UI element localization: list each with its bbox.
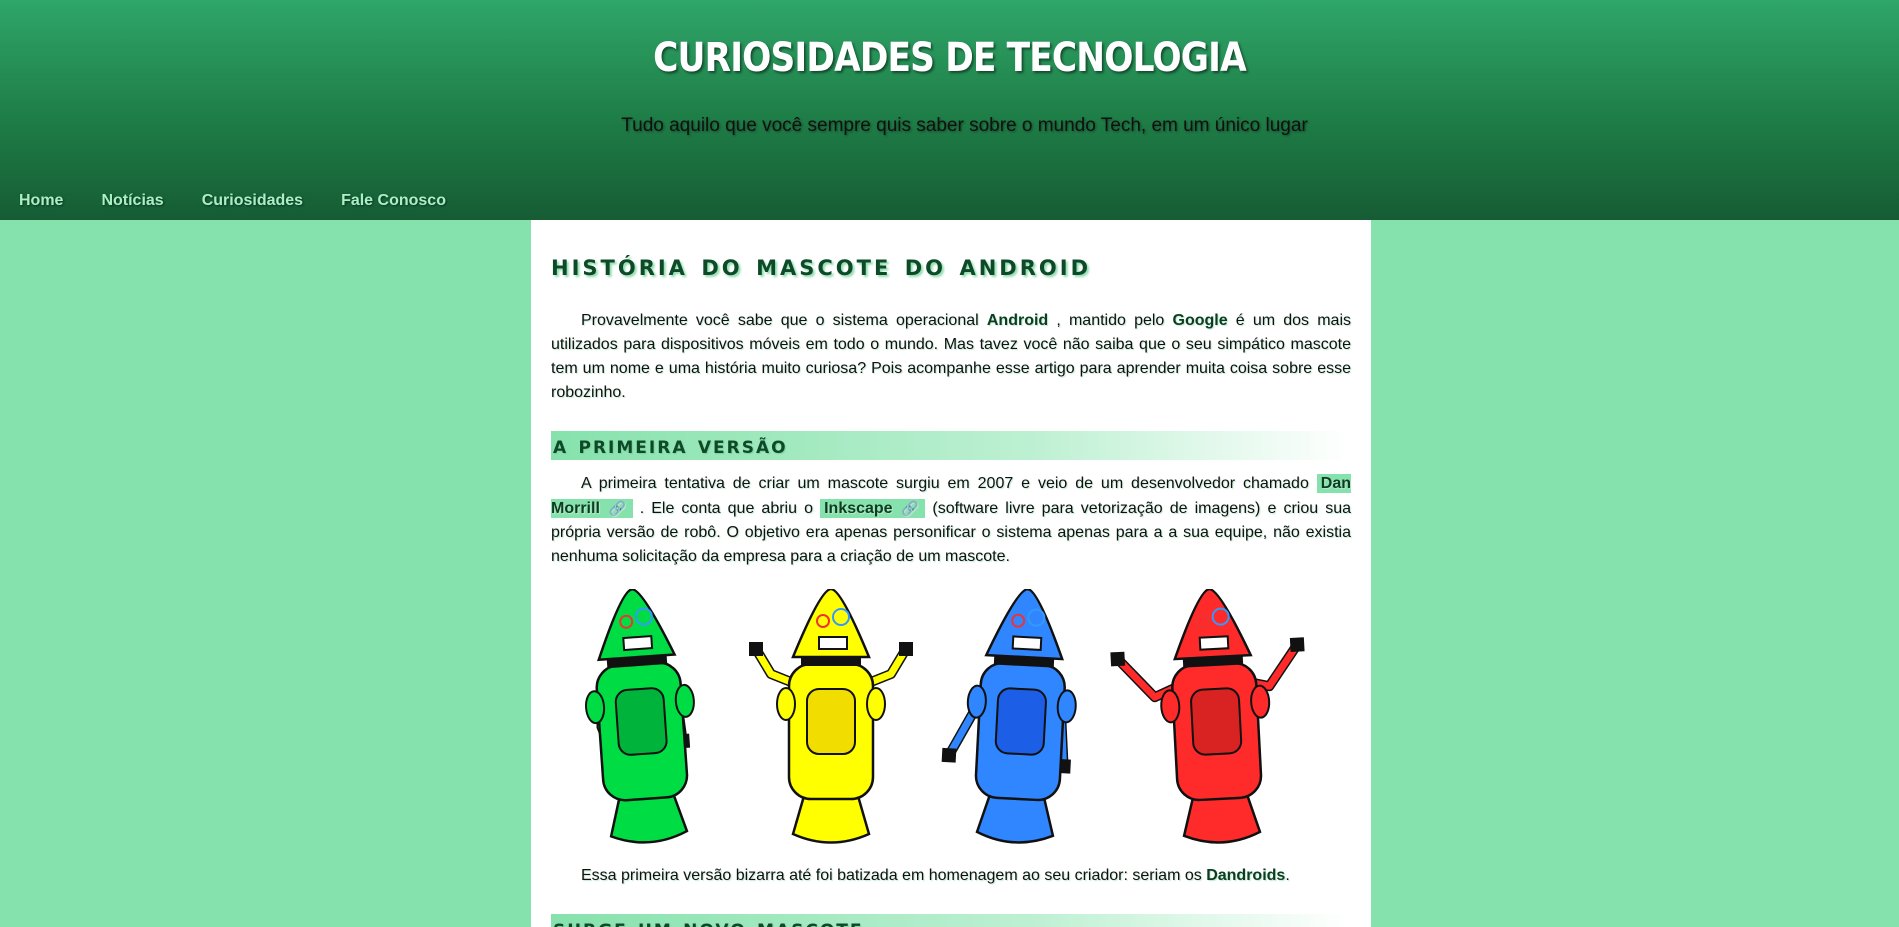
robot-ear-left [966,684,987,719]
robot-ear-left [776,687,796,721]
nav-item-fale-conosco[interactable]: Fale Conosco [322,192,465,210]
caption-paragraph: Essa primeira versão bizarra até foi bat… [551,864,1351,888]
robot-chest-panel [614,687,668,756]
nav-item-noticias[interactable]: Notícias [82,192,182,210]
robot-ear-left [1160,689,1181,724]
robot-chest-panel [1190,687,1243,756]
intro-text-2: , mantido pelo [1048,312,1173,329]
caption-text-1: Essa primeira versão bizarra até foi bat… [581,867,1207,884]
article-title: História do mascote do Android [551,248,1092,283]
robot-mouth [818,636,848,650]
dandroids-illustration [585,589,1305,844]
inkscape-link-label: Inkscape [824,500,893,517]
robot-claw-right [899,642,913,656]
caption-text-2: . [1285,867,1290,884]
nav-item-curiosidades[interactable]: Curiosidades [183,192,322,210]
robot-claw-left [941,747,957,763]
android-term: Android [986,312,1049,329]
intro-paragraph: Provavelmente você sabe que o sistema op… [551,309,1351,405]
section1-text-1: A primeira tentativa de criar um mascote… [581,475,1317,492]
robot-ear-right [866,687,886,721]
site-subtitle: Tudo aquilo que você sempre quis saber s… [621,115,1308,136]
robot-yellow [749,589,913,844]
intro-text-1: Provavelmente você sabe que o sistema op… [581,312,987,329]
link-icon: 🔗 [898,500,922,516]
robot-red [1110,589,1305,844]
section1-paragraph: A primeira tentativa de criar um mascote… [551,472,1351,569]
robot-mouth [1011,635,1043,651]
inkscape-link[interactable]: Inkscape 🔗 [820,499,926,518]
section1-text-2: . Ele conta que abriu o [632,500,821,517]
link-icon: 🔗 [605,500,629,516]
site-title: CURIOSIDADES DE TECNOLOGIA [653,35,1247,81]
google-term: Google [1172,312,1228,329]
robot-ear-right [1056,689,1077,724]
main-nav: Home Notícias Curiosidades Fale Conosco [0,192,465,210]
robot-mouth [622,635,654,652]
robot-mouth [1198,635,1230,651]
section-title-novo-mascote: Surge um novo mascote [551,914,1351,927]
robot-chest-panel [994,687,1047,756]
section-title-primeira-versao: A primeira versão [551,431,1351,460]
robot-blue [941,589,1077,844]
robot-claw-left [749,642,763,656]
nav-item-home[interactable]: Home [0,192,82,210]
article-container: História do mascote do Android Provavelm… [531,220,1371,927]
site-header: CURIOSIDADES DE TECNOLOGIA Tudo aquilo q… [0,0,1899,220]
robot-ear-right [1250,684,1271,719]
robot-neck [801,657,861,666]
robot-claw-right [1289,637,1305,653]
dandroids-image [551,589,1351,854]
robot-chest-panel [806,688,856,755]
robot-claw-left [1110,651,1126,667]
robot-green [585,589,695,844]
dandroids-term: Dandroids [1206,867,1286,884]
